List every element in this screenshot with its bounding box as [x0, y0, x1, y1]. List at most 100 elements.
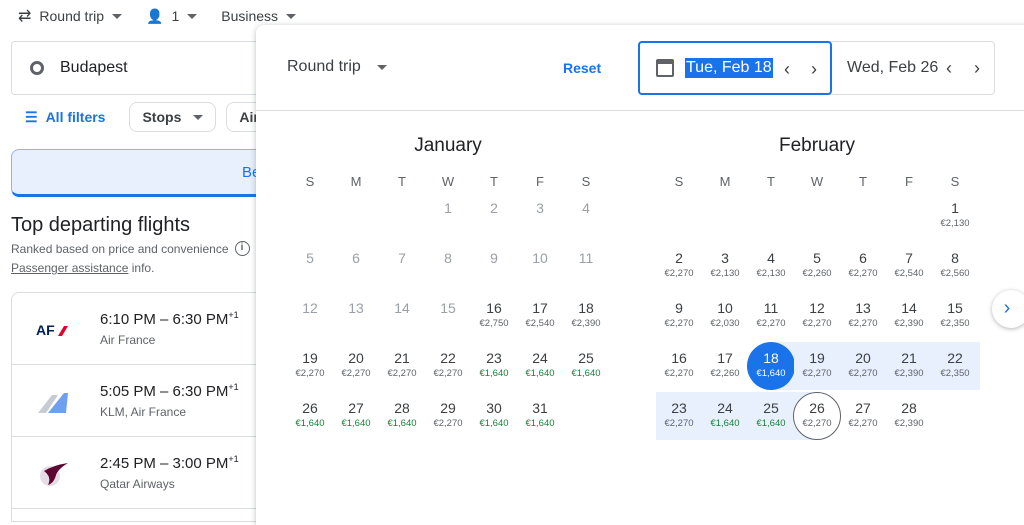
day-cell[interactable]: 19 €2,270 [287, 343, 333, 391]
day-number: 10 [532, 250, 548, 266]
prev-day-icon[interactable]: ‹ [946, 58, 952, 79]
day-cell[interactable]: 13 €2,270 [840, 293, 886, 341]
day-cell[interactable]: 18 €2,390 [563, 293, 609, 341]
day-cell[interactable]: 24 €1,640 [517, 343, 563, 391]
day-cell[interactable]: 8 €2,560 [932, 243, 978, 291]
weekday-label: F [905, 174, 913, 189]
day-cell[interactable]: 25 €1,640 [563, 343, 609, 391]
info-icon[interactable]: i [234, 241, 250, 256]
day-cell[interactable]: 5 €2,260 [794, 243, 840, 291]
day-cell[interactable]: 26 €2,270 [793, 392, 841, 441]
day-number: 10 [717, 300, 733, 316]
day-cell[interactable]: 28 €1,640 [379, 393, 425, 441]
chevron-down-icon [112, 13, 122, 19]
day-cell[interactable]: 4 €2,130 [748, 243, 794, 291]
return-date-input[interactable]: Wed, Feb 26 [847, 59, 938, 77]
all-filters-button[interactable]: ☰ All filters [11, 109, 119, 126]
next-day-icon[interactable]: › [811, 59, 817, 80]
day-cell[interactable]: 27 €2,270 [840, 393, 886, 441]
day-cell[interactable]: 16 €2,270 [656, 343, 702, 391]
day-price: €1,640 [341, 418, 371, 429]
day-price: €2,270 [802, 418, 832, 429]
day-number: 19 [302, 350, 318, 366]
day-cell[interactable]: 15 €2,350 [932, 293, 978, 341]
prev-day-icon[interactable]: ‹ [784, 59, 790, 80]
day-cell[interactable]: 21 €2,390 [886, 343, 932, 391]
day-number: 28 [394, 400, 410, 416]
day-cell[interactable]: 25 €1,640 [748, 393, 794, 441]
day-price: €2,540 [525, 318, 555, 329]
day-number: 23 [486, 350, 502, 366]
passenger-assistance-link[interactable]: Passenger assistance [11, 261, 128, 275]
day-price: €2,270 [664, 418, 694, 429]
day-cell[interactable]: 1 €2,130 [932, 193, 978, 241]
day-cell[interactable]: 20 €2,270 [333, 343, 379, 391]
day-cell[interactable]: 20 €2,270 [840, 343, 886, 391]
day-price: €2,260 [802, 268, 832, 279]
weekday-label: S [581, 174, 591, 189]
day-number: 2 [490, 200, 498, 216]
day-cell[interactable]: 17 €2,540 [517, 293, 563, 341]
passengers-select[interactable]: 👤 1 [146, 8, 198, 25]
day-cell[interactable]: 17 €2,260 [702, 343, 748, 391]
next-month-button[interactable]: › [992, 290, 1024, 328]
day-cell[interactable]: 9 €2,270 [656, 293, 702, 341]
day-cell[interactable]: 23 €1,640 [471, 343, 517, 391]
day-cell[interactable]: 22 €2,270 [425, 343, 471, 391]
day-price: €1,640 [756, 418, 786, 429]
day-price: €2,390 [894, 318, 924, 329]
day-price: €2,270 [848, 268, 878, 279]
stops-filter[interactable]: Stops [129, 102, 217, 132]
day-number: 22 [440, 350, 456, 366]
picker-trip-type-select[interactable]: Round trip [287, 58, 387, 76]
month-title: January [414, 135, 482, 156]
day-number: 4 [582, 200, 590, 216]
svg-text:AF: AF [36, 322, 55, 338]
day-cell: 13 [333, 293, 379, 341]
date-picker-dialog: Round trip Reset Tue, Feb 18 ‹ › Wed, Feb … [256, 25, 1024, 525]
day-cell[interactable]: 21 €2,270 [379, 343, 425, 391]
day-cell[interactable]: 6 €2,270 [840, 243, 886, 291]
day-number: 15 [440, 300, 456, 316]
day-price: €2,270 [848, 418, 878, 429]
day-cell[interactable]: 29 €2,270 [425, 393, 471, 441]
day-price: €1,640 [710, 418, 740, 429]
next-day-icon[interactable]: › [974, 58, 980, 79]
trip-type-select[interactable]: ⇄ Round trip [18, 6, 122, 26]
day-number: 6 [352, 250, 360, 266]
day-number: 3 [721, 250, 729, 266]
day-price: €1,640 [571, 368, 601, 379]
day-cell[interactable]: 2 €2,270 [656, 243, 702, 291]
day-cell[interactable]: 31 €1,640 [517, 393, 563, 441]
day-cell[interactable]: 27 €1,640 [333, 393, 379, 441]
departure-date-input[interactable]: Tue, Feb 18 ‹ › [638, 41, 832, 95]
chevron-down-icon [286, 13, 297, 19]
day-cell[interactable]: 12 €2,270 [794, 293, 840, 341]
day-number: 7 [905, 250, 913, 266]
day-cell[interactable]: 11 €2,270 [748, 293, 794, 341]
day-cell[interactable]: 24 €1,640 [702, 393, 748, 441]
day-cell[interactable]: 19 €2,270 [794, 343, 840, 391]
day-cell[interactable]: 7 €2,540 [886, 243, 932, 291]
reset-button[interactable]: Reset [563, 60, 601, 76]
day-number: 28 [901, 400, 917, 416]
day-number: 16 [486, 300, 502, 316]
day-cell[interactable]: 10 €2,030 [702, 293, 748, 341]
filters-bar: ☰All filters Stops Airlir [11, 102, 286, 132]
day-cell[interactable]: 3 €2,130 [702, 243, 748, 291]
day-cell[interactable]: 26 €1,640 [287, 393, 333, 441]
passenger-assistance: Passenger assistance info. [11, 261, 155, 275]
day-cell[interactable]: 16 €2,750 [471, 293, 517, 341]
day-price: €2,390 [894, 418, 924, 429]
day-cell[interactable]: 18 €1,640 [747, 342, 795, 391]
weekday-label: M [719, 174, 731, 189]
day-number: 7 [398, 250, 406, 266]
day-cell[interactable]: 14 €2,390 [886, 293, 932, 341]
day-cell[interactable]: 30 €1,640 [471, 393, 517, 441]
cabin-select[interactable]: Business [221, 8, 297, 24]
day-cell[interactable]: 23 €2,270 [656, 393, 702, 441]
day-cell: 5 [287, 243, 333, 291]
day-cell[interactable]: 22 €2,350 [932, 343, 978, 391]
day-cell: 3 [517, 193, 563, 241]
day-cell[interactable]: 28 €2,390 [886, 393, 932, 441]
